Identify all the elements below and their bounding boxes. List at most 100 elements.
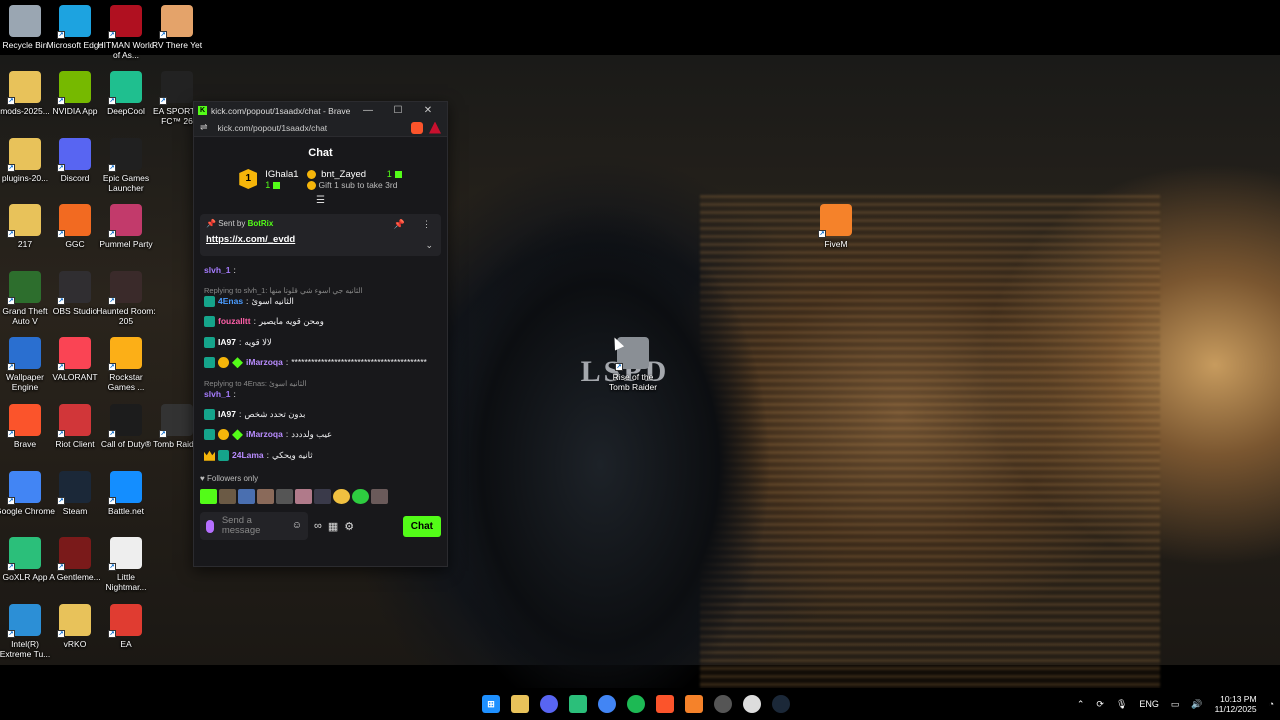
emote-button[interactable] xyxy=(257,489,274,504)
chat-message[interactable]: Replying to 4Enas: الثانيه اسوئ slvh_1: xyxy=(204,373,437,404)
emote-button[interactable] xyxy=(238,489,255,504)
chat-message[interactable]: slvh_1: xyxy=(204,260,437,280)
epic-games-icon: ↗ xyxy=(108,138,142,172)
desktop-icon[interactable]: ↗ FiveM xyxy=(806,204,866,249)
emote-button[interactable] xyxy=(200,489,217,504)
chat-message[interactable]: IA97: بدون تحدد شخص xyxy=(204,404,437,424)
chat-username[interactable]: IA97 xyxy=(218,409,236,420)
gift-store-icon[interactable]: ▦ xyxy=(328,520,338,533)
emote-button[interactable] xyxy=(371,489,388,504)
chat-message[interactable]: Replying to slvh_1: الثانيه جي اسوء شي ق… xyxy=(204,280,437,311)
sync-icon[interactable]: ⟳ xyxy=(1096,699,1104,710)
chevron-down-icon[interactable]: ⌄ xyxy=(425,240,433,251)
chat-username[interactable]: 24Lama xyxy=(232,450,264,461)
chat-input-placeholder: Send a message xyxy=(221,515,261,536)
send-chat-button[interactable]: Chat xyxy=(402,515,441,537)
chat-username[interactable]: fouzalltt xyxy=(218,316,251,327)
rank-2-icon xyxy=(306,169,316,179)
site-settings-icon[interactable]: ⇌ xyxy=(200,122,208,133)
pinned-message[interactable]: 📌 Sent by BotRix https://x.com/_evdd 📌 ⋮… xyxy=(200,214,441,256)
desktop-icon[interactable]: ↗ RV There Yet xyxy=(147,5,207,50)
volume-icon[interactable]: 🔊 xyxy=(1191,699,1202,710)
kick-chat-popout-window[interactable]: K kick.com/popout/1saadx/chat - Brave — … xyxy=(193,101,448,567)
app-taskbar-icon[interactable] xyxy=(714,695,732,713)
chat-message-input[interactable]: Send a message ☺ xyxy=(200,512,308,540)
chrome-taskbar-icon[interactable] xyxy=(598,695,616,713)
reply-context[interactable]: Replying to 4Enas: الثانيه اسوئ xyxy=(204,378,437,389)
emote-button[interactable] xyxy=(276,489,293,504)
language-indicator[interactable]: ENG xyxy=(1139,699,1159,709)
little-nightmares-icon: ↗ xyxy=(108,537,142,571)
more-options-icon[interactable]: ⋮ xyxy=(422,219,431,230)
notifications-icon[interactable]: ◔ xyxy=(1269,699,1274,709)
clock[interactable]: 10:13 PM 11/12/2025 xyxy=(1215,694,1257,714)
reply-context[interactable]: Replying to slvh_1: الثانيه جي اسوء شي ق… xyxy=(204,285,437,296)
emote-button[interactable] xyxy=(352,489,369,504)
address-bar[interactable]: ⇌ kick.com/popout/1saadx/chat xyxy=(194,119,447,137)
chat-message[interactable]: IA97: لالا قويه xyxy=(204,332,437,352)
emote-button[interactable] xyxy=(295,489,312,504)
desktop-icon[interactable]: ↗ Haunted Room: 205 xyxy=(96,271,156,326)
tray-overflow-chevron-icon[interactable]: ⌃ xyxy=(1077,699,1085,710)
pin-icon[interactable]: 📌 xyxy=(394,219,405,230)
pinned-link[interactable]: https://x.com/_evdd xyxy=(206,234,435,245)
steam-taskbar-icon[interactable] xyxy=(772,695,790,713)
kick-points-icon[interactable]: ∞ xyxy=(314,520,322,532)
heart-icon: ♥ xyxy=(200,474,205,483)
chat-message[interactable]: fouzalltt: ومحن قويه مايصير xyxy=(204,312,437,332)
chat-message-list[interactable]: slvh_1: Replying to slvh_1: الثانيه جي اس… xyxy=(194,260,447,472)
chat-message[interactable]: iMarzoqa: *******************************… xyxy=(204,353,437,373)
shortcut-arrow-icon: ↗ xyxy=(57,430,65,438)
desktop-icon[interactable]: ↗ EA xyxy=(96,604,156,649)
shortcut-arrow-icon: ↗ xyxy=(7,430,15,438)
maximize-button[interactable]: ☐ xyxy=(383,105,413,116)
brave-taskbar-icon[interactable] xyxy=(656,695,674,713)
fivem-taskbar-icon[interactable] xyxy=(685,695,703,713)
brave-shields-icon[interactable] xyxy=(411,121,423,134)
emote-button[interactable] xyxy=(333,489,350,504)
desktop-icon[interactable]: ↗ Rockstar Games ... xyxy=(96,337,156,392)
windows-start-icon[interactable]: ⊞ xyxy=(482,695,500,713)
shortcut-arrow-icon: ↗ xyxy=(108,97,116,105)
desktop-icon[interactable]: ↗ Little Nightmar... xyxy=(96,537,156,592)
expand-leaderboard-icon[interactable]: ☰ xyxy=(194,195,447,206)
chat-username[interactable]: slvh_1 xyxy=(204,265,230,276)
url-text[interactable]: kick.com/popout/1saadx/chat xyxy=(218,123,407,133)
spotify-taskbar-icon[interactable] xyxy=(627,695,645,713)
close-button[interactable]: ✕ xyxy=(413,105,443,116)
desktop-icon[interactable]: ↗ Epic Games Launcher xyxy=(96,138,156,193)
chat-username[interactable]: IA97 xyxy=(218,337,236,348)
network-icon[interactable]: ▭ xyxy=(1171,699,1180,710)
desktop-icon[interactable]: ↗ Battle.net xyxy=(96,471,156,516)
brave-rewards-icon[interactable] xyxy=(429,121,441,134)
chat-username[interactable]: 4Enas xyxy=(218,296,243,307)
quick-emote-bar[interactable] xyxy=(194,485,447,508)
chat-username[interactable]: slvh_1 xyxy=(204,389,230,400)
chat-username[interactable]: iMarzoqa xyxy=(246,357,283,368)
file-explorer-icon[interactable] xyxy=(511,695,529,713)
emote-button[interactable] xyxy=(219,489,236,504)
chrome-icon: ↗ xyxy=(7,471,41,505)
chat-message-text: بدون تحدد شخص xyxy=(244,408,306,419)
discord-taskbar-icon[interactable] xyxy=(540,695,558,713)
emoji-picker-icon[interactable]: ☺ xyxy=(292,521,302,531)
capture-taskbar-icon[interactable] xyxy=(743,695,761,713)
emote-button[interactable] xyxy=(314,489,331,504)
chat-message[interactable]: 24Lama: ثانيه ويحكي xyxy=(204,445,437,465)
chat-settings-icon[interactable]: ⚙ xyxy=(344,520,354,533)
goxlr-taskbar-icon[interactable] xyxy=(569,695,587,713)
leader-second-name[interactable]: bnt_Zayed xyxy=(321,169,366,180)
microphone-tray-icon[interactable]: 🎙 xyxy=(1116,699,1127,710)
pinned-sender[interactable]: BotRix xyxy=(248,219,274,228)
desktop-icon-label: OBS Studio xyxy=(52,306,98,316)
microphone-icon[interactable] xyxy=(206,519,214,533)
desktop-icon-label: EA xyxy=(120,639,132,649)
window-titlebar[interactable]: K kick.com/popout/1saadx/chat - Brave — … xyxy=(194,102,447,119)
chat-message[interactable]: iMarzoqa: عيب ولدددد xyxy=(204,425,437,445)
leader-first-name[interactable]: IGhala1 xyxy=(265,169,298,180)
minimize-button[interactable]: — xyxy=(353,105,383,116)
shortcut-arrow-icon: ↗ xyxy=(57,97,65,105)
chat-username[interactable]: iMarzoqa xyxy=(246,429,283,440)
desktop-icon[interactable]: ↗ Pummel Party xyxy=(96,204,156,249)
discord-icon: ↗ xyxy=(57,138,91,172)
